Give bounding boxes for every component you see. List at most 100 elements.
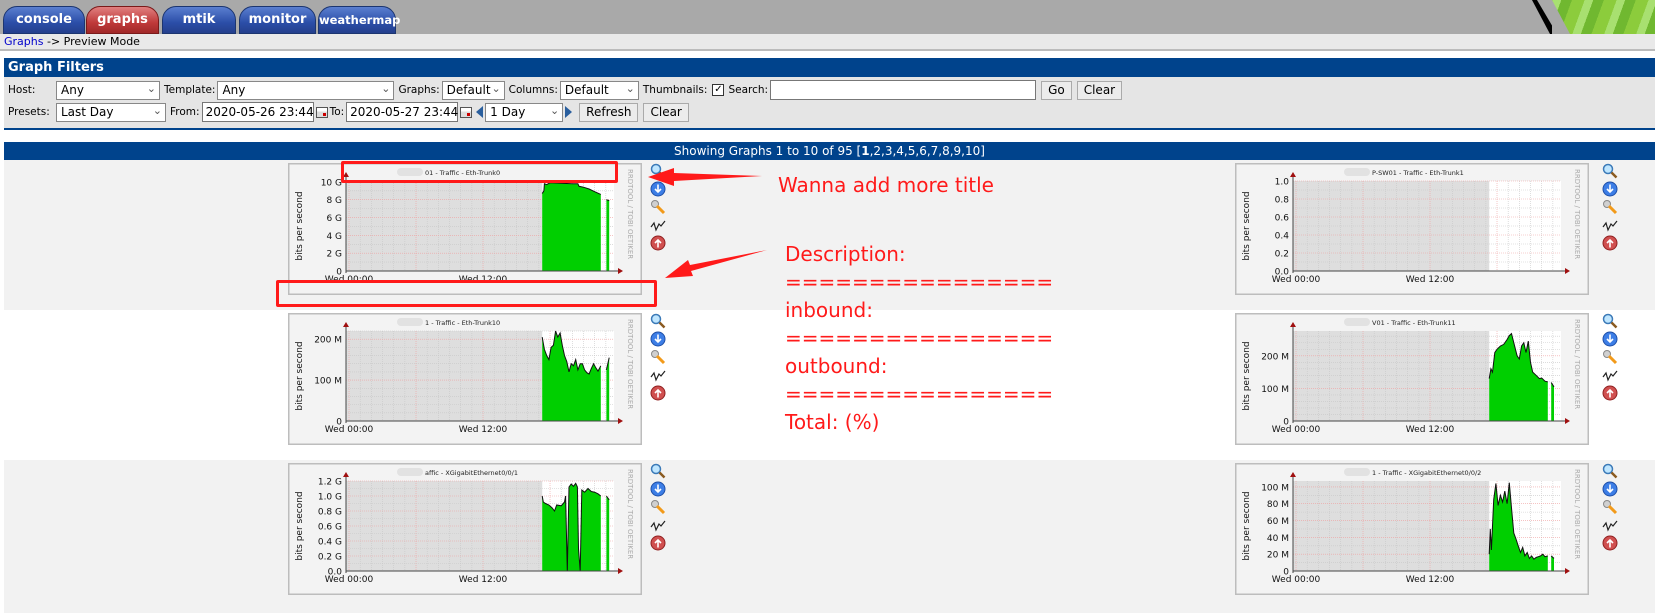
x-tick-label: Wed 12:00 (1406, 575, 1455, 585)
tab-mtik[interactable]: mtik (162, 6, 236, 34)
logo-edge (1532, 0, 1552, 34)
x-tick-label: Wed 00:00 (1272, 575, 1321, 585)
go-top-icon[interactable] (1602, 535, 1618, 551)
y-tick-label: 0.4 G (318, 538, 342, 548)
redacted-hostname (397, 468, 423, 476)
go-top-icon[interactable] (1602, 385, 1618, 401)
go-top-icon[interactable] (1602, 235, 1618, 251)
go-button[interactable]: Go (1041, 80, 1072, 100)
traffic-graph[interactable]: 0100 M200 MWed 00:00 Wed 12:001 - Traffic… (288, 313, 642, 445)
edit-wrench-icon[interactable] (650, 349, 666, 365)
clear-dates-button[interactable]: Clear (643, 102, 689, 122)
columns-label: Columns: (508, 84, 558, 96)
realtime-graph-icon[interactable] (1602, 367, 1618, 383)
download-csv-icon[interactable] (1602, 181, 1618, 197)
redacted-hostname (397, 318, 423, 326)
realtime-graph-icon[interactable] (650, 517, 666, 533)
edit-wrench-icon[interactable] (650, 499, 666, 515)
clear-button[interactable]: Clear (1076, 80, 1123, 100)
rrdtool-watermark: RRDTOOL / TOBI OETIKER (626, 169, 634, 259)
y-axis-label: bits per second (1242, 341, 1252, 410)
graph-filters-title: Graph Filters (4, 58, 1655, 77)
realtime-graph-icon[interactable] (650, 367, 666, 383)
y-tick-label: 100 M (314, 377, 342, 387)
download-csv-icon[interactable] (650, 481, 666, 497)
traffic-graph[interactable]: 020 M40 M60 M80 M100 MWed 00:00 Wed 12:00… (1235, 463, 1589, 595)
refresh-button[interactable]: Refresh (579, 102, 639, 122)
shift-left-icon[interactable] (476, 106, 484, 118)
graph-actions (1602, 313, 1618, 403)
y-tick-label: 20 M (1267, 551, 1289, 561)
tab-monitor[interactable]: monitor (239, 6, 316, 34)
y-tick-label: 0.6 G (318, 523, 342, 533)
redacted-hostname (1344, 168, 1370, 176)
calendar-icon[interactable] (460, 106, 473, 118)
y-tick-label: 0.6 (1275, 214, 1290, 224)
presets-label: Presets: (8, 106, 50, 118)
x-tick-label: Wed 00:00 (325, 575, 374, 585)
timespan-select[interactable]: 1 Day (485, 102, 564, 122)
graph-actions (650, 463, 666, 553)
to-date-input[interactable]: 2020-05-27 23:44 (346, 102, 458, 122)
rrdtool-watermark: RRDTOOL / TOBI OETIKER (626, 469, 634, 559)
y-tick-label: 4 G (326, 232, 342, 242)
breadcrumb-graphs-link[interactable]: Graphs (4, 35, 43, 48)
realtime-graph-icon[interactable] (1602, 517, 1618, 533)
realtime-graph-icon[interactable] (1602, 217, 1618, 233)
graph-filters-panel: Graph Filters Host: Any Template: Any Gr… (4, 58, 1655, 130)
y-tick-label: 10 G (321, 178, 342, 188)
download-csv-icon[interactable] (650, 331, 666, 347)
y-tick-label: 0.4 (1275, 232, 1290, 242)
cacti-logo (1552, 0, 1655, 34)
y-tick-label: 8 G (326, 196, 342, 206)
annotation-line: ================ (785, 326, 1054, 350)
traffic-area (1551, 382, 1554, 421)
zoom-magnifier-icon[interactable] (1602, 313, 1618, 329)
host-select[interactable]: Any (56, 80, 160, 100)
traffic-graph[interactable]: 0.00.20.40.60.81.0Wed 00:00 Wed 12:00P-SW… (1235, 163, 1589, 295)
y-tick-label: 0.8 (1275, 196, 1290, 206)
zoom-magnifier-icon[interactable] (650, 313, 666, 329)
go-top-icon[interactable] (650, 535, 666, 551)
download-csv-icon[interactable] (1602, 481, 1618, 497)
edit-wrench-icon[interactable] (1602, 499, 1618, 515)
zoom-magnifier-icon[interactable] (1602, 163, 1618, 179)
graph-title: P-SW01 - Traffic - Eth-Trunk1 (1372, 169, 1464, 177)
zoom-magnifier-icon[interactable] (1602, 463, 1618, 479)
graphs-select[interactable]: Default (441, 80, 505, 100)
edit-wrench-icon[interactable] (1602, 199, 1618, 215)
breadcrumb-current: -> Preview Mode (43, 35, 140, 48)
shift-right-icon[interactable] (565, 106, 573, 118)
traffic-graph[interactable]: 0100 M200 MWed 00:00 Wed 12:00V01 - Traff… (1235, 313, 1589, 445)
graph-actions (1602, 463, 1618, 553)
annotation-arrows (648, 168, 767, 278)
search-input[interactable] (770, 80, 1037, 100)
tab-weathermap[interactable]: weathermap (318, 6, 400, 34)
arrow-to-description (665, 250, 767, 278)
y-tick-label: 1.2 G (318, 478, 342, 488)
thumbnails-checkbox[interactable]: ✓ (712, 84, 725, 96)
rrdtool-watermark: RRDTOOL / TOBI OETIKER (1573, 319, 1581, 409)
zoom-magnifier-icon[interactable] (650, 463, 666, 479)
download-csv-icon[interactable] (1602, 331, 1618, 347)
edit-wrench-icon[interactable] (1602, 349, 1618, 365)
traffic-area (542, 182, 601, 271)
traffic-graph[interactable]: 0.00.2 G0.4 G0.6 G0.8 G1.0 G1.2 GWed 00:… (288, 463, 642, 595)
annotation-line: ================ (785, 382, 1054, 406)
columns-select[interactable]: Default (559, 80, 639, 100)
from-date-input[interactable]: 2020-05-26 23:44 (201, 102, 314, 122)
tab-graphs[interactable]: graphs (86, 6, 159, 34)
presets-select[interactable]: Last Day (56, 102, 166, 122)
go-top-icon[interactable] (650, 385, 666, 401)
rrdtool-watermark: RRDTOOL / TOBI OETIKER (1573, 469, 1581, 559)
page-links[interactable]: ,2,3,4,5,6,7,8,9,10] (870, 144, 985, 158)
page-link-current[interactable]: 1 (861, 144, 869, 158)
search-label: Search: (728, 84, 769, 96)
calendar-icon[interactable] (315, 106, 328, 118)
y-tick-label: 6 G (326, 214, 342, 224)
y-axis-label: bits per second (1242, 191, 1252, 260)
tab-console[interactable]: console (3, 6, 85, 34)
y-tick-label: 1.0 G (318, 493, 342, 503)
y-axis-label: bits per second (295, 191, 305, 260)
template-select[interactable]: Any (217, 80, 395, 100)
